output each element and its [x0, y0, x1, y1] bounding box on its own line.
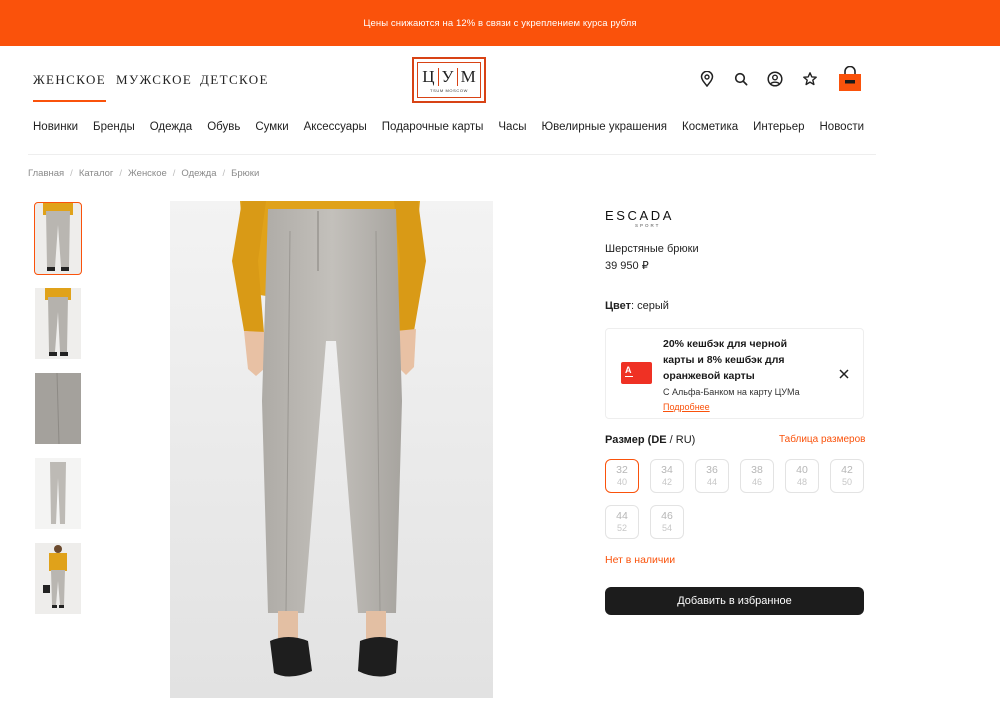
- header-divider: [28, 154, 876, 155]
- size-label-bold: Размер (DE: [605, 434, 667, 446]
- size-option-32[interactable]: 32 40: [605, 459, 639, 493]
- promo-banner: Цены снижаются на 12% в связи с укреплен…: [0, 0, 1000, 46]
- size-de: 34: [661, 464, 673, 476]
- size-de: 46: [661, 510, 673, 522]
- nav-item-news[interactable]: Новости: [820, 121, 865, 133]
- breadcrumb-catalog[interactable]: Каталог: [79, 168, 114, 179]
- tab-men[interactable]: МУЖСКОЕ: [116, 72, 192, 88]
- size-ru: 44: [706, 477, 717, 487]
- cart-bag-icon[interactable]: [838, 65, 862, 92]
- tab-women[interactable]: ЖЕНСКОЕ: [33, 72, 107, 102]
- breadcrumb-separator: /: [172, 168, 176, 179]
- favorites-star-icon[interactable]: [801, 70, 819, 88]
- brand-subline: SPORT: [635, 223, 661, 228]
- search-icon[interactable]: [732, 70, 750, 88]
- thumbnail-flat-lay[interactable]: [35, 458, 81, 529]
- main-nav: Новинки Бренды Одежда Обувь Сумки Аксесс…: [33, 121, 864, 133]
- nav-item-brands[interactable]: Бренды: [93, 121, 135, 133]
- color-value: : серый: [631, 300, 669, 312]
- size-de: 38: [751, 464, 763, 476]
- product-price: 39 950 ₽: [605, 260, 649, 272]
- tab-kids[interactable]: ДЕТСКОЕ: [200, 72, 269, 88]
- breadcrumb-women[interactable]: Женское: [128, 168, 167, 179]
- size-ru: 54: [661, 523, 672, 533]
- cashback-promo-card: А 20% кешбэк для черной карты и 8% кешбэ…: [605, 328, 864, 419]
- alfa-bank-card-icon: А: [621, 362, 652, 384]
- size-ru: 42: [661, 477, 672, 487]
- thumbnail-front-worn[interactable]: [34, 202, 82, 275]
- tsum-logo[interactable]: Ц У М TSUM MOSCOW: [412, 57, 486, 103]
- logo-letter: Ц: [422, 66, 435, 86]
- nav-item-interior[interactable]: Интерьер: [753, 121, 804, 133]
- size-ru: 52: [616, 523, 627, 533]
- product-color: Цвет: серый: [605, 300, 669, 312]
- stock-status: Нет в наличии: [605, 554, 676, 566]
- size-ru: 48: [796, 477, 807, 487]
- breadcrumb-separator: /: [222, 168, 226, 179]
- nav-item-watches[interactable]: Часы: [498, 121, 526, 133]
- size-option-42[interactable]: 42 50: [830, 459, 864, 493]
- alfa-bank-letter: А: [625, 365, 632, 375]
- logo-letter: М: [456, 67, 479, 86]
- thumbnail-full-look[interactable]: [35, 543, 81, 614]
- logo-frame: Ц У М TSUM MOSCOW: [417, 62, 481, 98]
- user-icon[interactable]: [766, 70, 784, 88]
- logo-letter: У: [437, 67, 457, 86]
- cashback-title: 20% кешбэк для черной карты и 8% кешбэк …: [663, 338, 788, 382]
- product-main-image[interactable]: [170, 201, 493, 698]
- color-label: Цвет: [605, 300, 632, 312]
- add-to-favorites-button[interactable]: Добавить в избранное: [605, 587, 864, 615]
- nav-item-accessories[interactable]: Аксессуары: [304, 121, 367, 133]
- size-option-34[interactable]: 34 42: [650, 459, 684, 493]
- size-de: 40: [796, 464, 808, 476]
- breadcrumb-clothing[interactable]: Одежда: [181, 168, 216, 179]
- close-icon[interactable]: [838, 367, 850, 379]
- size-option-38[interactable]: 38 46: [740, 459, 774, 493]
- size-label: Размер (DE / RU): [605, 434, 695, 446]
- breadcrumb-trousers[interactable]: Брюки: [231, 168, 259, 179]
- thumbnail-fabric-closeup[interactable]: [35, 373, 81, 444]
- size-de: 42: [841, 464, 853, 476]
- size-chart-link[interactable]: Таблица размеров: [779, 434, 865, 445]
- size-option-44[interactable]: 44 52: [605, 505, 639, 539]
- nav-item-jewelry[interactable]: Ювелирные украшения: [541, 121, 667, 133]
- size-ru: 40: [616, 477, 627, 487]
- size-option-36[interactable]: 36 44: [695, 459, 729, 493]
- breadcrumb-separator: /: [119, 168, 122, 179]
- breadcrumb: Главная / Каталог / Женское / Одежда / Брюки: [28, 168, 259, 179]
- size-label-rest: / RU): [666, 434, 696, 446]
- logo-letters: Ц У М: [419, 66, 479, 86]
- nav-item-gift-cards[interactable]: Подарочные карты: [382, 121, 484, 133]
- nav-item-shoes[interactable]: Обувь: [207, 121, 240, 133]
- logo-subtitle: TSUM MOSCOW: [430, 87, 468, 93]
- breadcrumb-separator: /: [70, 168, 73, 179]
- location-pin-icon[interactable]: [698, 70, 716, 88]
- size-ru: 46: [751, 477, 762, 487]
- size-option-40[interactable]: 40 48: [785, 459, 819, 493]
- brand-logo[interactable]: ESCADA SPORT: [605, 208, 675, 228]
- size-de: 36: [706, 464, 718, 476]
- nav-item-bags[interactable]: Сумки: [255, 121, 288, 133]
- nav-item-clothing[interactable]: Одежда: [150, 121, 192, 133]
- thumbnail-side-worn[interactable]: [35, 288, 81, 359]
- brand-name: ESCADA: [605, 208, 675, 223]
- breadcrumb-home[interactable]: Главная: [28, 168, 64, 179]
- product-name: Шерстяные брюки: [605, 243, 699, 255]
- size-de: 44: [616, 510, 628, 522]
- size-option-46[interactable]: 46 54: [650, 505, 684, 539]
- nav-item-cosmetics[interactable]: Косметика: [682, 121, 738, 133]
- size-de: 32: [616, 464, 628, 476]
- alfa-bank-underline: [625, 376, 633, 377]
- size-ru: 50: [841, 477, 852, 487]
- cashback-details-link[interactable]: Подробнее: [663, 402, 710, 412]
- nav-item-new[interactable]: Новинки: [33, 121, 78, 133]
- cashback-subtitle: С Альфа-Банком на карту ЦУМа: [663, 387, 800, 397]
